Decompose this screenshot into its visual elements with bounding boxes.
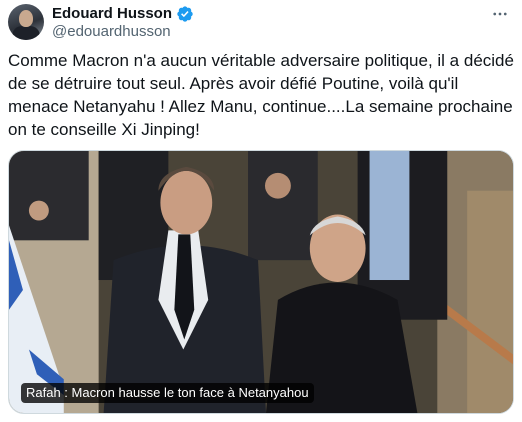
tweet-text: Comme Macron n'a aucun véritable adversa… xyxy=(8,51,519,139)
more-options-button[interactable] xyxy=(488,2,512,26)
tweet-media-card[interactable]: Rafah : Macron hausse le ton face à Neta… xyxy=(8,150,514,414)
author-display-name[interactable]: Edouard Husson xyxy=(52,4,172,24)
author-handle[interactable]: @edouardhusson xyxy=(52,23,171,41)
tweet-card: Edouard Husson @edouardhusson Comme Macr… xyxy=(0,0,522,422)
verified-badge-icon xyxy=(177,6,193,22)
media-caption: Rafah : Macron hausse le ton face à Neta… xyxy=(21,383,314,403)
more-horizontal-icon xyxy=(493,12,507,16)
avatar-face xyxy=(19,10,33,27)
author-name-row: Edouard Husson xyxy=(52,4,194,24)
avatar-suit xyxy=(12,26,40,40)
media-photo xyxy=(9,151,513,413)
author-avatar[interactable] xyxy=(8,4,44,40)
